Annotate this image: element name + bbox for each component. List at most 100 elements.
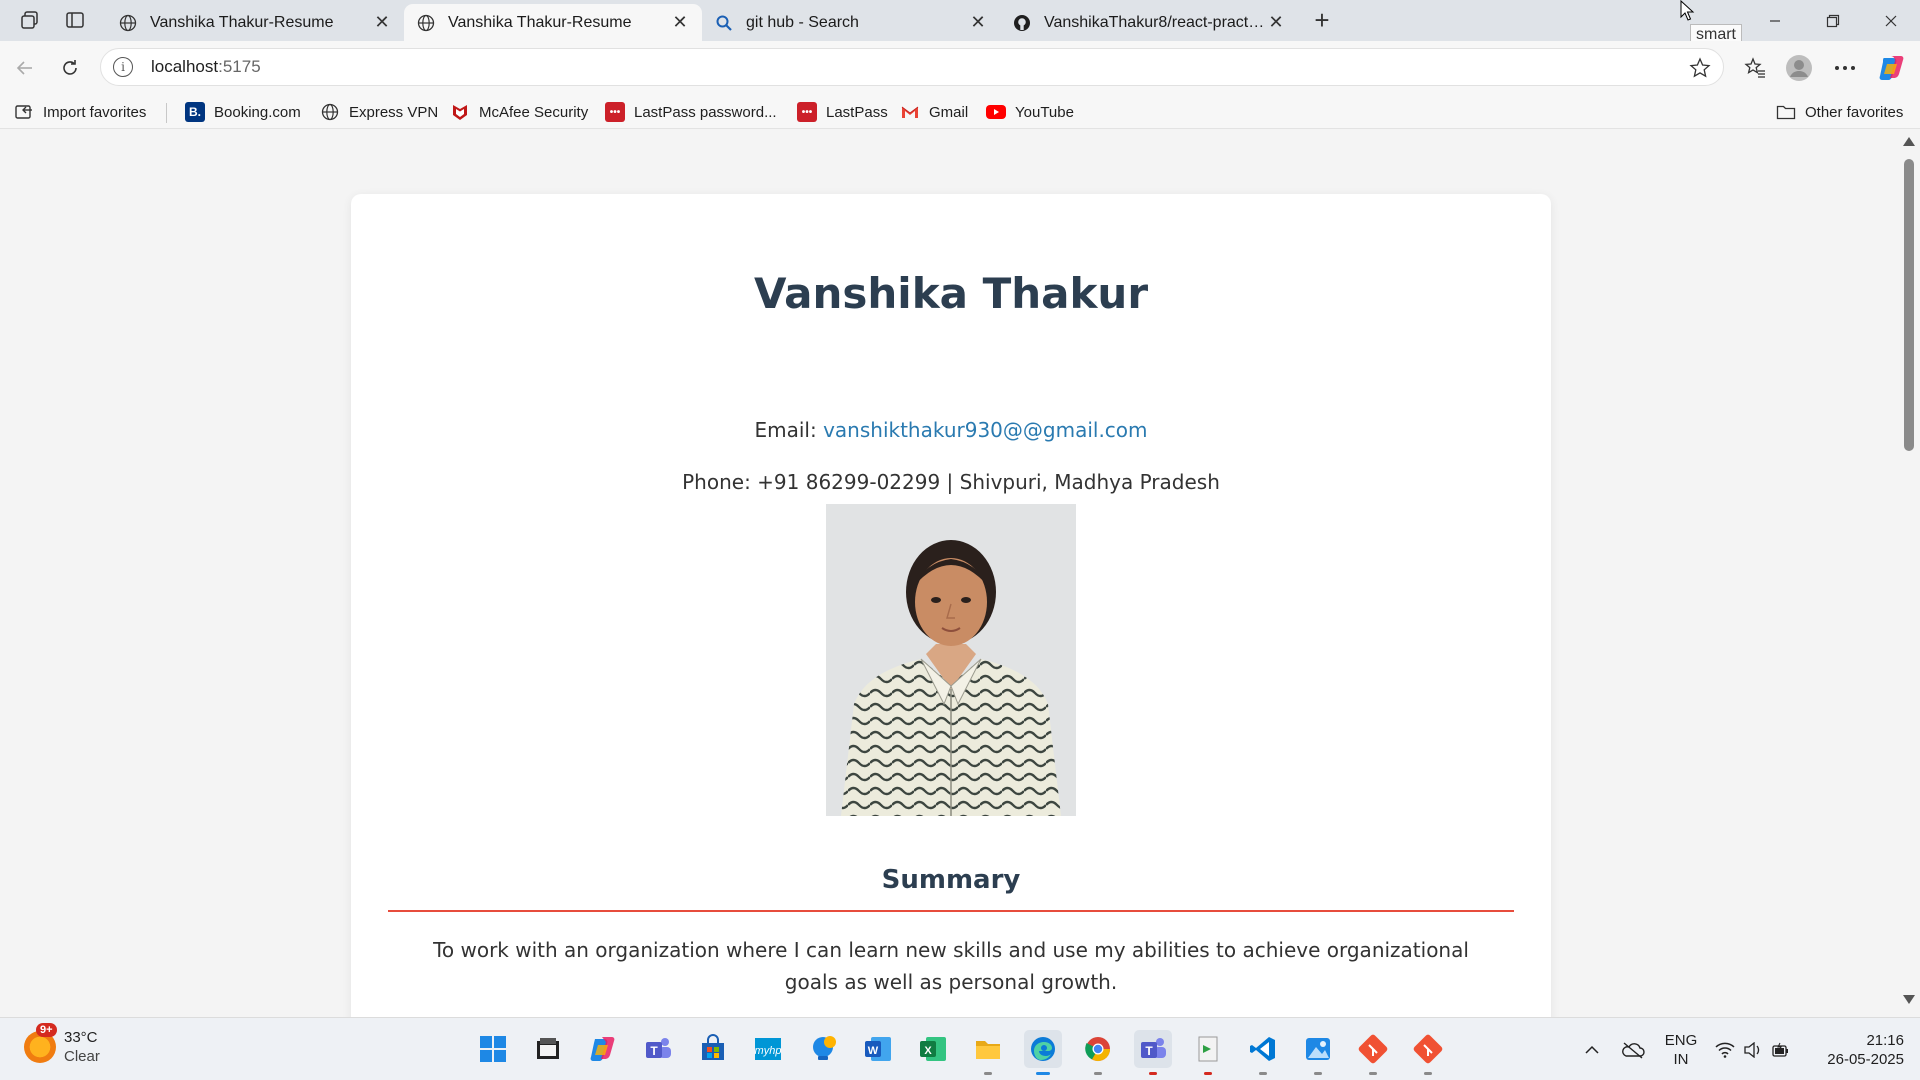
vertical-tabs-icon[interactable] bbox=[59, 5, 91, 35]
github-icon bbox=[1012, 13, 1032, 33]
show-hidden-icons-chevron-icon[interactable] bbox=[1580, 1018, 1604, 1080]
copilot-icon[interactable] bbox=[1875, 51, 1909, 85]
search-icon bbox=[714, 13, 734, 33]
excel-icon[interactable]: X bbox=[914, 1030, 952, 1068]
page-viewport[interactable]: Vanshika Thakur Email: vanshikthakur930@… bbox=[0, 129, 1898, 1017]
lastpass-icon: ••• bbox=[605, 102, 625, 122]
fav-lastpass[interactable]: ••• LastPass bbox=[797, 99, 888, 125]
tab-title: Vanshika Thakur-Resume bbox=[150, 13, 334, 31]
tab-title: Vanshika Thakur-Resume bbox=[448, 13, 632, 31]
minimize-button[interactable] bbox=[1746, 0, 1804, 41]
email-link[interactable]: vanshikthakur930@@gmail.com bbox=[823, 418, 1147, 442]
wifi-icon[interactable] bbox=[1712, 1018, 1738, 1080]
battery-icon[interactable] bbox=[1768, 1018, 1794, 1080]
resume-name: Vanshika Thakur bbox=[753, 269, 1149, 318]
tab-github-search[interactable]: git hub - Search ✕ bbox=[702, 4, 1000, 41]
close-window-button[interactable] bbox=[1862, 0, 1920, 41]
address-bar[interactable]: i localhost:5175 bbox=[100, 48, 1724, 86]
summary-heading: Summary bbox=[881, 865, 1021, 895]
installer-icon[interactable] bbox=[1189, 1030, 1227, 1075]
volume-icon[interactable] bbox=[1740, 1018, 1766, 1080]
system-clock[interactable]: 21:16 26-05-2025 bbox=[1812, 1031, 1904, 1069]
booking-icon: B. bbox=[185, 102, 205, 122]
weather-widget[interactable]: 9+ 33°C Clear bbox=[24, 1023, 100, 1066]
tab-title: VanshikaThakur8/react-practice bbox=[1044, 13, 1266, 31]
teams-work-icon[interactable]: T bbox=[1134, 1030, 1172, 1075]
profile-photo bbox=[826, 504, 1076, 816]
refresh-button[interactable] bbox=[51, 49, 89, 87]
temperature: 33°C bbox=[64, 1029, 98, 1046]
fav-express-vpn[interactable]: Express VPN bbox=[320, 99, 438, 125]
browser-toolbar: i localhost:5175 bbox=[0, 41, 1920, 95]
profile-avatar-icon[interactable] bbox=[1782, 51, 1816, 85]
favorites-icon[interactable] bbox=[1738, 51, 1772, 85]
close-icon[interactable]: ✕ bbox=[670, 12, 690, 33]
back-button[interactable] bbox=[6, 49, 44, 87]
weather-condition: Clear bbox=[64, 1048, 100, 1065]
summary-divider bbox=[388, 910, 1514, 912]
running-indicator bbox=[1314, 1072, 1322, 1075]
edge-icon[interactable] bbox=[1024, 1030, 1062, 1075]
mcafee-icon bbox=[450, 102, 470, 122]
info-icon[interactable]: i bbox=[113, 57, 133, 77]
lastpass-icon: ••• bbox=[797, 102, 817, 122]
store-icon[interactable] bbox=[694, 1030, 732, 1068]
fav-import-favorites[interactable]: Import favorites bbox=[14, 99, 146, 125]
resume-card: Vanshika Thakur Email: vanshikthakur930@… bbox=[351, 194, 1551, 1017]
file-explorer-icon[interactable] bbox=[529, 1030, 567, 1068]
hp-icon[interactable]: myhp bbox=[749, 1030, 787, 1068]
fav-lastpass-password[interactable]: ••• LastPass password... bbox=[605, 99, 777, 125]
summary-text: To work with an organization where I can… bbox=[433, 938, 1469, 994]
git-icon[interactable] bbox=[1354, 1030, 1392, 1075]
favorite-star-icon[interactable] bbox=[1689, 57, 1711, 84]
phone-line: Phone: +91 86299-02299 | Shivpuri, Madhy… bbox=[682, 470, 1220, 494]
tips-icon[interactable] bbox=[804, 1030, 842, 1068]
page-scrollbar[interactable] bbox=[1898, 129, 1920, 1017]
email-line: Email: vanshikthakur930@@gmail.com bbox=[754, 418, 1148, 442]
new-tab-button[interactable]: + bbox=[1306, 5, 1338, 35]
running-indicator bbox=[1369, 1072, 1377, 1075]
fav-other-favorites[interactable]: Other favorites bbox=[1776, 99, 1903, 125]
fav-booking[interactable]: B. Booking.com bbox=[185, 99, 301, 125]
clock-time: 21:16 bbox=[1866, 1032, 1904, 1049]
running-indicator bbox=[1094, 1072, 1102, 1075]
photos-icon[interactable] bbox=[1299, 1030, 1337, 1075]
language-indicator[interactable]: ENG IN bbox=[1664, 1031, 1698, 1069]
fav-youtube[interactable]: YouTube bbox=[986, 99, 1074, 125]
scroll-down-arrow-icon[interactable] bbox=[1903, 995, 1915, 1004]
svg-text:myhp: myhp bbox=[755, 1045, 782, 1057]
close-icon[interactable]: ✕ bbox=[968, 12, 988, 33]
running-indicator bbox=[984, 1072, 992, 1075]
svg-text:T: T bbox=[650, 1044, 658, 1058]
folder-icon bbox=[1776, 102, 1796, 122]
vscode-icon[interactable] bbox=[1244, 1030, 1282, 1075]
tab-react-practice[interactable]: VanshikaThakur8/react-practice ✕ bbox=[1000, 4, 1298, 41]
workspaces-icon[interactable] bbox=[14, 5, 46, 35]
divider bbox=[166, 103, 167, 123]
more-options-icon[interactable] bbox=[1828, 51, 1862, 85]
youtube-icon bbox=[986, 102, 1006, 122]
weather-sun-icon: 9+ bbox=[24, 1023, 57, 1063]
close-icon[interactable]: ✕ bbox=[372, 12, 392, 33]
copilot-app-icon[interactable] bbox=[584, 1030, 622, 1068]
tab-resume-1[interactable]: Vanshika Thakur-Resume ✕ bbox=[106, 4, 404, 41]
scroll-up-arrow-icon[interactable] bbox=[1903, 137, 1915, 146]
url-text: localhost:5175 bbox=[151, 57, 261, 76]
fav-mcafee[interactable]: McAfee Security bbox=[450, 99, 588, 125]
close-icon[interactable]: ✕ bbox=[1266, 12, 1286, 33]
mouse-cursor-icon bbox=[1680, 0, 1695, 21]
restore-button[interactable] bbox=[1804, 0, 1862, 41]
chrome-icon[interactable] bbox=[1079, 1030, 1117, 1075]
start-icon[interactable] bbox=[474, 1030, 512, 1068]
teams-icon[interactable]: T bbox=[639, 1030, 677, 1068]
scrollbar-thumb[interactable] bbox=[1904, 159, 1914, 451]
fav-gmail[interactable]: Gmail bbox=[900, 99, 968, 125]
folder-icon[interactable] bbox=[969, 1030, 1007, 1075]
clock-date: 26-05-2025 bbox=[1827, 1051, 1904, 1068]
tab-resume-2[interactable]: Vanshika Thakur-Resume ✕ bbox=[404, 4, 702, 41]
globe-icon bbox=[320, 102, 340, 122]
word-icon[interactable]: W bbox=[859, 1030, 897, 1068]
onedrive-offline-icon[interactable] bbox=[1618, 1018, 1648, 1080]
svg-text:W: W bbox=[868, 1045, 879, 1057]
git-gui-icon[interactable] bbox=[1409, 1030, 1447, 1075]
